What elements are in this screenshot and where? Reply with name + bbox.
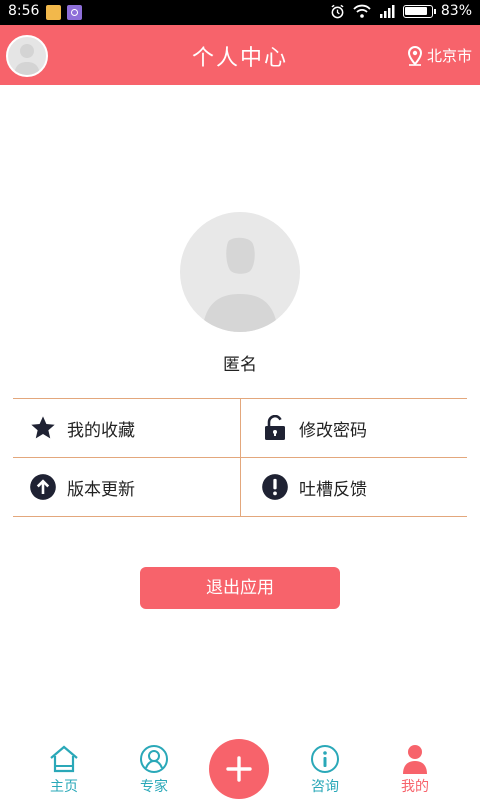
menu-item-label: 我的收藏: [67, 420, 135, 441]
signal-icon: [379, 5, 395, 18]
info-icon: [295, 744, 355, 774]
status-right: 83%: [330, 3, 472, 19]
nav-label: 咨询: [311, 779, 339, 795]
wifi-icon: [353, 4, 371, 18]
nav-label: 主页: [50, 779, 78, 795]
exclamation-circle-icon: [261, 473, 289, 501]
menu-item-feedback[interactable]: 吐槽反馈: [240, 458, 467, 517]
nav-label: 我的: [401, 779, 429, 795]
plus-icon: [226, 756, 252, 782]
logout-button[interactable]: 退出应用: [140, 567, 340, 609]
menu-item-label: 吐槽反馈: [299, 479, 367, 500]
app-header: 个人中心 北京市: [0, 25, 480, 85]
home-icon: [34, 744, 94, 774]
nav-experts[interactable]: 专家: [124, 744, 184, 796]
alarm-icon: [331, 4, 344, 18]
add-button[interactable]: [209, 739, 269, 799]
username: 匿名: [223, 355, 257, 375]
menu-item-favorites[interactable]: 我的收藏: [13, 399, 240, 458]
location-label: 北京市: [426, 47, 472, 65]
unlock-icon: [261, 414, 289, 442]
nav-mine[interactable]: 我的: [385, 744, 445, 796]
profile-avatar[interactable]: [180, 212, 300, 332]
star-icon: [29, 414, 57, 442]
battery-icon: [402, 4, 436, 18]
notification-app-icon: [46, 5, 61, 20]
notification-camera-icon: [67, 5, 82, 20]
user-icon: [385, 744, 445, 774]
default-avatar-icon: [202, 237, 278, 332]
bottom-nav: 主页 专家 咨询 我的: [0, 738, 480, 800]
location-pin-icon: [407, 45, 422, 66]
nav-consult[interactable]: 咨询: [295, 744, 355, 796]
menu-item-change-password[interactable]: 修改密码: [240, 399, 467, 458]
menu-item-label: 修改密码: [299, 420, 367, 441]
menu-item-version-update[interactable]: 版本更新: [13, 458, 240, 517]
battery-percent: 83%: [440, 3, 472, 19]
expert-icon: [124, 744, 184, 774]
nav-label: 专家: [140, 779, 168, 795]
profile-menu-grid: 我的收藏 修改密码 版本更新 吐槽反馈: [13, 398, 467, 517]
status-time: 8:56: [8, 3, 40, 19]
location-selector[interactable]: 北京市: [407, 45, 472, 66]
menu-item-label: 版本更新: [67, 479, 135, 500]
nav-home[interactable]: 主页: [34, 744, 94, 796]
status-bar: 8:56 83%: [0, 0, 480, 25]
arrow-up-circle-icon: [29, 473, 57, 501]
